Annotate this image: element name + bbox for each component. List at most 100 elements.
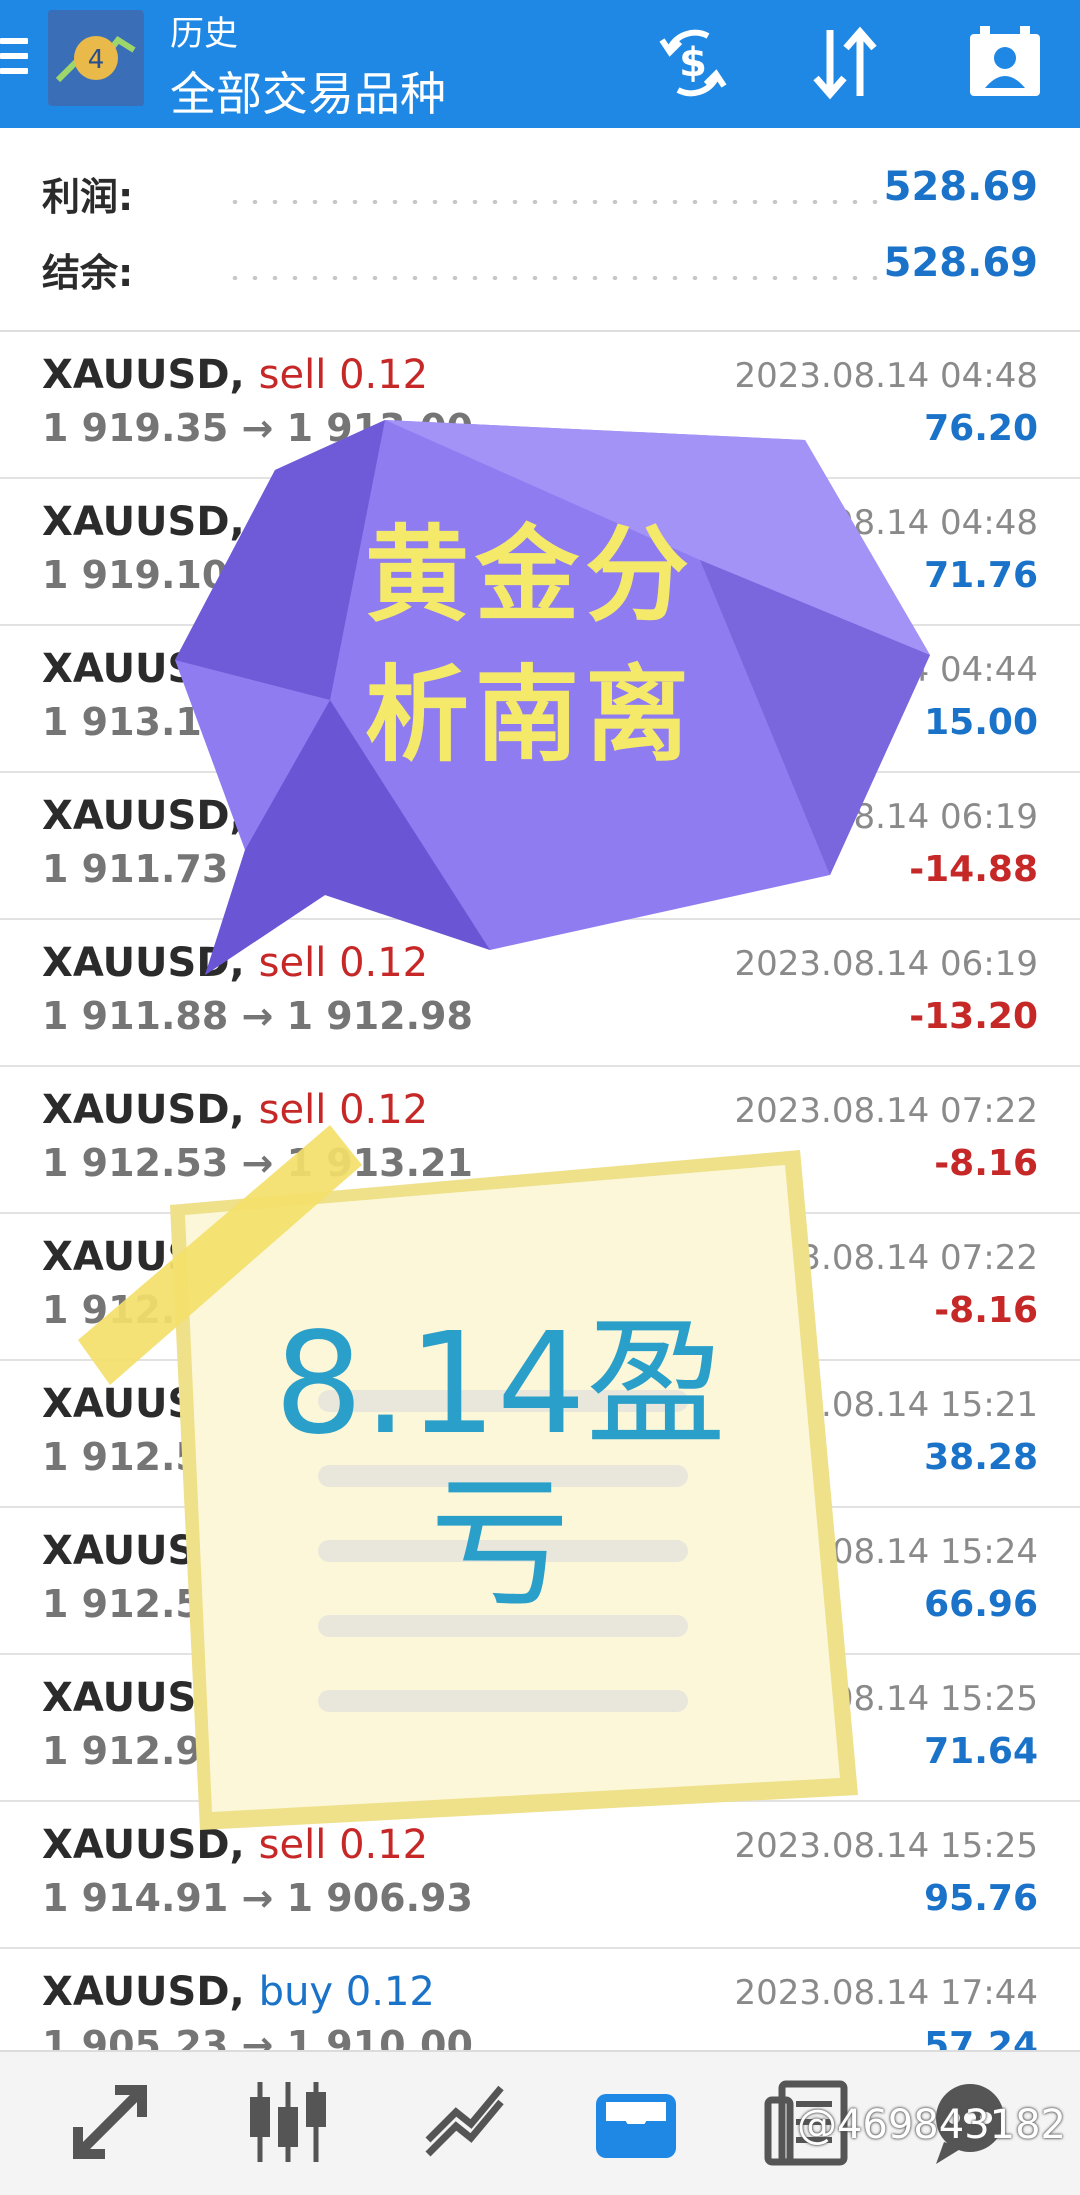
trade-time: 2023.08.14 15:21 bbox=[734, 1385, 1038, 1425]
trade-time: 2023.08.14 15:25 bbox=[734, 1826, 1038, 1866]
trade-row[interactable]: XAUUSD, sell 0.12 1 919.35 → 1 913.00 2023… bbox=[0, 332, 1080, 479]
trade-symbol: XAUUSD, bbox=[42, 352, 245, 398]
trade-icon[interactable] bbox=[416, 2072, 516, 2172]
chart-icon[interactable] bbox=[238, 2072, 338, 2172]
trade-prices: 1 912.53 → 1 913.21 bbox=[42, 1288, 473, 1332]
trade-title: XAUUSD, sell 0.12 bbox=[42, 1234, 428, 1280]
account-icon[interactable] bbox=[960, 18, 1050, 108]
trade-type: sell 0.12 bbox=[258, 793, 429, 839]
trade-row[interactable]: XAUUSD, sell 0.12 1 919.10 → 1 913.12 2023… bbox=[0, 479, 1080, 626]
trade-type: buy 0.12 bbox=[258, 1969, 435, 2015]
trade-profit: 95.76 bbox=[924, 1878, 1038, 1919]
trade-type: sell 0.12 bbox=[258, 1381, 429, 1427]
trade-row[interactable]: XAUUSD, sell 0.12 1 913.15 → 1 911.90 2023… bbox=[0, 626, 1080, 773]
trade-profit: 71.76 bbox=[924, 555, 1038, 596]
trade-title: XAUUSD, sell 0.12 bbox=[42, 499, 428, 545]
trade-prices: 1 914.91 → 1 906.93 bbox=[42, 1876, 473, 1920]
svg-text:$: $ bbox=[679, 40, 707, 86]
trade-row[interactable]: XAUUSD, sell 0.12 1 912.92 → 1 906.95 2023… bbox=[0, 1655, 1080, 1802]
trade-symbol: XAUUSD, bbox=[42, 1822, 245, 1868]
trade-time: 2023.08.14 15:25 bbox=[734, 1679, 1038, 1719]
history-icon[interactable] bbox=[586, 2072, 686, 2172]
trade-symbol: XAUUSD, bbox=[42, 1234, 245, 1280]
trade-symbol: XAUUSD, bbox=[42, 1969, 245, 2015]
trade-type: sell 0.12 bbox=[258, 1087, 429, 1133]
trade-time: 2023.08.14 06:19 bbox=[734, 944, 1038, 984]
trade-type: sell 0.12 bbox=[258, 352, 429, 398]
trade-profit: 66.96 bbox=[924, 1584, 1038, 1625]
header-subtitle: 历史 bbox=[170, 14, 238, 54]
trade-prices: 1 912.53 → 1 913.21 bbox=[42, 1141, 473, 1185]
app-logo: 4 bbox=[48, 10, 144, 106]
balance-value: 528.69 bbox=[883, 240, 1038, 286]
quotes-icon[interactable] bbox=[60, 2072, 160, 2172]
trade-row[interactable]: XAUUSD, sell 0.12 1 912.53 → 1 913.21 2023… bbox=[0, 1214, 1080, 1361]
trade-profit: 71.64 bbox=[924, 1731, 1038, 1772]
trade-title: XAUUSD, sell 0.12 bbox=[42, 793, 428, 839]
trade-time: 2023.08.14 04:44 bbox=[734, 650, 1038, 690]
trade-prices: 1 913.15 → 1 911.90 bbox=[42, 700, 473, 744]
trade-symbol: XAUUSD, bbox=[42, 499, 245, 545]
trade-row[interactable]: XAUUSD, sell 0.12 1 912.52 → 1 909.33 2023… bbox=[0, 1361, 1080, 1508]
trade-prices: 1 912.52 → 1 909.33 bbox=[42, 1435, 473, 1479]
trade-row[interactable]: XAUUSD, sell 0.12 1 914.91 → 1 906.93 2023… bbox=[0, 1802, 1080, 1949]
trade-profit: 15.00 bbox=[924, 702, 1038, 743]
trade-type: sell 0.12 bbox=[258, 1675, 429, 1721]
watermark-text: @469843182 bbox=[796, 2102, 1066, 2148]
trade-row[interactable]: XAUUSD, sell 0.12 1 911.88 → 1 912.98 2023… bbox=[0, 920, 1080, 1067]
trade-prices: 1 919.10 → 1 913.12 bbox=[42, 553, 473, 597]
balance-label: 结余: bbox=[42, 251, 134, 295]
dotted-leader bbox=[225, 200, 880, 204]
trade-time: 2023.08.14 04:48 bbox=[734, 503, 1038, 543]
trade-symbol: XAUUSD, bbox=[42, 940, 245, 986]
trade-title: XAUUSD, sell 0.12 bbox=[42, 1087, 428, 1133]
trade-title: XAUUSD, sell 0.12 bbox=[42, 1528, 428, 1574]
trade-symbol: XAUUSD, bbox=[42, 1528, 245, 1574]
trade-profit: 76.20 bbox=[924, 408, 1038, 449]
header-title[interactable]: 全部交易品种 bbox=[170, 58, 446, 124]
trade-time: 2023.08.14 06:19 bbox=[734, 797, 1038, 837]
summary-balance-row: 结余: 528.69 bbox=[0, 232, 1080, 308]
profit-value: 528.69 bbox=[883, 164, 1038, 210]
trade-type: sell 0.12 bbox=[258, 940, 429, 986]
menu-icon[interactable] bbox=[0, 38, 28, 82]
trade-title: XAUUSD, sell 0.12 bbox=[42, 940, 428, 986]
sort-icon[interactable] bbox=[800, 18, 890, 108]
trade-profit: -13.20 bbox=[909, 996, 1038, 1037]
trade-type: sell 0.12 bbox=[258, 646, 429, 692]
trade-prices: 1 911.88 → 1 912.98 bbox=[42, 994, 473, 1038]
trade-title: XAUUSD, sell 0.12 bbox=[42, 646, 428, 692]
dotted-leader bbox=[225, 276, 880, 280]
trade-prices: 1 919.35 → 1 913.00 bbox=[42, 406, 473, 450]
trade-profit: -8.16 bbox=[934, 1290, 1038, 1331]
trade-prices: 1 911.73 → 1 912.97 bbox=[42, 847, 473, 891]
svg-text:4: 4 bbox=[88, 45, 105, 75]
trade-profit: -14.88 bbox=[909, 849, 1038, 890]
trade-type: sell 0.12 bbox=[258, 1528, 429, 1574]
trade-row[interactable]: XAUUSD, sell 0.12 1 911.73 → 1 912.97 2023… bbox=[0, 773, 1080, 920]
trade-symbol: XAUUSD, bbox=[42, 793, 245, 839]
trade-title: XAUUSD, sell 0.12 bbox=[42, 1675, 428, 1721]
trade-symbol: XAUUSD, bbox=[42, 1381, 245, 1427]
currency-exchange-icon[interactable]: $ bbox=[648, 18, 738, 108]
trade-symbol: XAUUSD, bbox=[42, 1675, 245, 1721]
trade-prices: 1 912.92 → 1 906.95 bbox=[42, 1729, 473, 1773]
trade-symbol: XAUUSD, bbox=[42, 646, 245, 692]
profit-label: 利润: bbox=[42, 175, 134, 219]
trade-type: sell 0.12 bbox=[258, 499, 429, 545]
trade-type: sell 0.12 bbox=[258, 1234, 429, 1280]
trade-time: 2023.08.14 15:24 bbox=[734, 1532, 1038, 1572]
trade-prices: 1 912.52 → 1 906.94 bbox=[42, 1582, 473, 1626]
trade-time: 2023.08.14 07:22 bbox=[734, 1091, 1038, 1131]
trade-time: 2023.08.14 17:44 bbox=[734, 1973, 1038, 2013]
trade-time: 2023.08.14 07:22 bbox=[734, 1238, 1038, 1278]
summary-profit-row: 利润: 528.69 bbox=[0, 156, 1080, 232]
trade-profit: -8.16 bbox=[934, 1143, 1038, 1184]
trade-title: XAUUSD, sell 0.12 bbox=[42, 1822, 428, 1868]
trade-type: sell 0.12 bbox=[258, 1822, 429, 1868]
trade-row[interactable]: XAUUSD, sell 0.12 1 912.53 → 1 913.21 2023… bbox=[0, 1067, 1080, 1214]
trade-time: 2023.08.14 04:48 bbox=[734, 356, 1038, 396]
trade-symbol: XAUUSD, bbox=[42, 1087, 245, 1133]
trade-profit: 38.28 bbox=[924, 1437, 1038, 1478]
trade-row[interactable]: XAUUSD, sell 0.12 1 912.52 → 1 906.94 2023… bbox=[0, 1508, 1080, 1655]
